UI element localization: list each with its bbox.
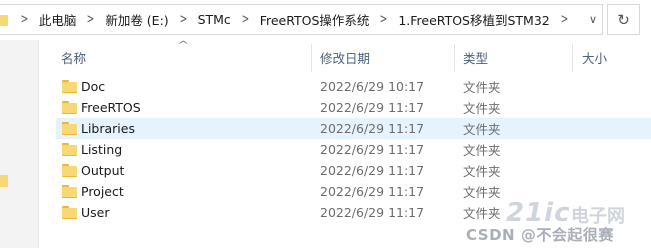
folder-icon <box>62 143 77 156</box>
breadcrumb-freertos-os[interactable]: FreeRTOS操作系统 <box>260 10 370 29</box>
breadcrumb-current-folder[interactable]: 1.FreeRTOS移植到STM32 <box>398 10 549 29</box>
file-date-modified: 2022/6/29 11:17 <box>320 205 425 220</box>
file-type: 文件夹 <box>463 122 501 137</box>
breadcrumb-drive[interactable]: 新加卷 (E:) <box>105 10 168 29</box>
column-divider[interactable] <box>454 44 455 72</box>
file-date-modified: 2022/6/29 11:17 <box>320 163 425 178</box>
chevron-down-icon[interactable]: ∨ <box>584 5 602 34</box>
file-name: Project <box>81 184 124 199</box>
file-type: 文件夹 <box>463 80 501 95</box>
file-name: Libraries <box>81 121 135 136</box>
chevron-right-icon[interactable]: > <box>560 12 568 27</box>
file-date-modified: 2022/6/29 11:17 <box>320 100 425 115</box>
folder-icon <box>62 185 77 198</box>
column-size[interactable]: 大小 <box>582 40 607 74</box>
address-bar-row: > 此电脑 > 新加卷 (E:) > STMc > FreeRTOS操作系统 >… <box>0 0 651 40</box>
file-type: 文件夹 <box>463 206 501 221</box>
sort-ascending-icon: ^ <box>177 40 190 51</box>
file-date-modified: 2022/6/29 10:17 <box>320 79 425 94</box>
column-divider[interactable] <box>311 44 312 72</box>
file-date-modified: 2022/6/29 11:17 <box>320 142 425 157</box>
file-row[interactable]: Listing 2022/6/29 11:17 文件夹 <box>56 139 651 160</box>
file-row[interactable]: FreeRTOS 2022/6/29 11:17 文件夹 <box>56 97 651 118</box>
column-name[interactable]: 名称 <box>61 40 86 74</box>
chevron-right-icon[interactable]: > <box>179 12 187 27</box>
file-type: 文件夹 <box>463 185 501 200</box>
file-name: Listing <box>81 142 123 157</box>
breadcrumb-stmc[interactable]: STMc <box>198 12 231 27</box>
folder-icon <box>62 101 77 114</box>
column-type[interactable]: 类型 <box>463 40 488 74</box>
folder-icon <box>0 175 8 187</box>
file-type: 文件夹 <box>463 101 501 116</box>
refresh-button[interactable]: ↻ <box>607 4 640 35</box>
folder-icon <box>0 13 10 27</box>
refresh-icon: ↻ <box>617 10 630 29</box>
file-name: FreeRTOS <box>81 100 141 115</box>
navigation-pane[interactable] <box>0 40 39 248</box>
folder-icon <box>62 122 77 135</box>
folder-icon <box>62 80 77 93</box>
folder-icon <box>62 164 77 177</box>
file-date-modified: 2022/6/29 11:17 <box>320 184 425 199</box>
column-date-modified[interactable]: 修改日期 <box>320 40 370 74</box>
file-date-modified: 2022/6/29 11:17 <box>320 121 425 136</box>
watermark-credit: CSDN @不会起很赛 <box>466 226 614 244</box>
file-name: Doc <box>81 79 106 94</box>
file-name: Output <box>81 163 125 178</box>
column-divider[interactable] <box>572 44 573 72</box>
chevron-right-icon[interactable]: > <box>380 12 388 27</box>
file-row[interactable]: Libraries 2022/6/29 11:17 文件夹 <box>56 118 651 139</box>
column-header: ^ 名称 修改日期 类型 大小 <box>39 40 651 74</box>
file-row[interactable]: Output 2022/6/29 11:17 文件夹 <box>56 160 651 181</box>
breadcrumb-this-pc[interactable]: 此电脑 <box>39 10 77 29</box>
file-type: 文件夹 <box>463 164 501 179</box>
file-type: 文件夹 <box>463 143 501 158</box>
chevron-right-icon[interactable]: > <box>21 12 29 27</box>
file-row[interactable]: Doc 2022/6/29 10:17 文件夹 <box>56 76 651 97</box>
chevron-right-icon[interactable]: > <box>241 12 249 27</box>
folder-icon <box>62 206 77 219</box>
address-bar[interactable]: > 此电脑 > 新加卷 (E:) > STMc > FreeRTOS操作系统 >… <box>0 4 603 35</box>
chevron-right-icon[interactable]: > <box>87 12 95 27</box>
file-name: User <box>81 205 110 220</box>
